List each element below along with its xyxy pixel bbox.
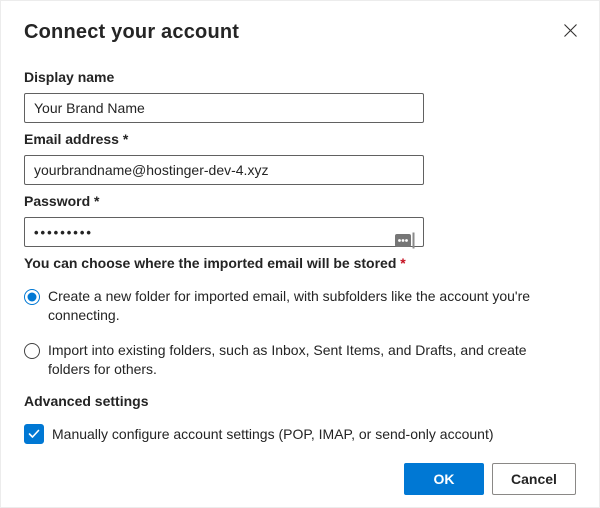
- email-input[interactable]: [24, 155, 424, 185]
- credentials-icon[interactable]: [395, 232, 417, 249]
- storage-heading: You can choose where the imported email …: [24, 255, 406, 271]
- dialog-header: Connect your account: [24, 20, 577, 44]
- radio-option-label: Create a new folder for imported email, …: [48, 288, 531, 323]
- close-icon: [563, 24, 578, 41]
- display-name-input[interactable]: [24, 93, 424, 123]
- radio-option-label: Import into existing folders, such as In…: [48, 342, 527, 377]
- dialog-footer: OK Cancel: [24, 463, 576, 495]
- close-button[interactable]: [561, 21, 580, 40]
- password-input[interactable]: [24, 217, 424, 247]
- radio-option-existing-folders[interactable]: Import into existing folders, such as In…: [24, 341, 576, 379]
- email-required-mark: *: [122, 131, 129, 147]
- dialog-title: Connect your account: [24, 21, 240, 43]
- storage-required-mark: *: [400, 255, 406, 271]
- password-field-wrap: [24, 217, 424, 249]
- manual-config-checkbox-label: Manually configure account settings (POP…: [52, 426, 494, 442]
- manual-config-checkbox-row[interactable]: Manually configure account settings (POP…: [24, 424, 576, 444]
- password-required-mark: *: [94, 193, 100, 209]
- email-label: Email address *: [24, 131, 129, 147]
- radio-option-new-folder[interactable]: Create a new folder for imported email, …: [24, 287, 576, 325]
- cancel-button[interactable]: Cancel: [492, 463, 576, 495]
- ok-button[interactable]: OK: [404, 463, 484, 495]
- radio-unselected-icon[interactable]: [24, 343, 40, 359]
- checkbox-checked-icon[interactable]: [24, 424, 44, 444]
- display-name-label: Display name: [24, 69, 115, 85]
- radio-selected-icon[interactable]: [24, 289, 40, 305]
- password-label: Password *: [24, 193, 100, 209]
- advanced-settings-heading: Advanced settings: [24, 393, 149, 409]
- connect-account-dialog: Connect your account Display name Email …: [0, 0, 600, 508]
